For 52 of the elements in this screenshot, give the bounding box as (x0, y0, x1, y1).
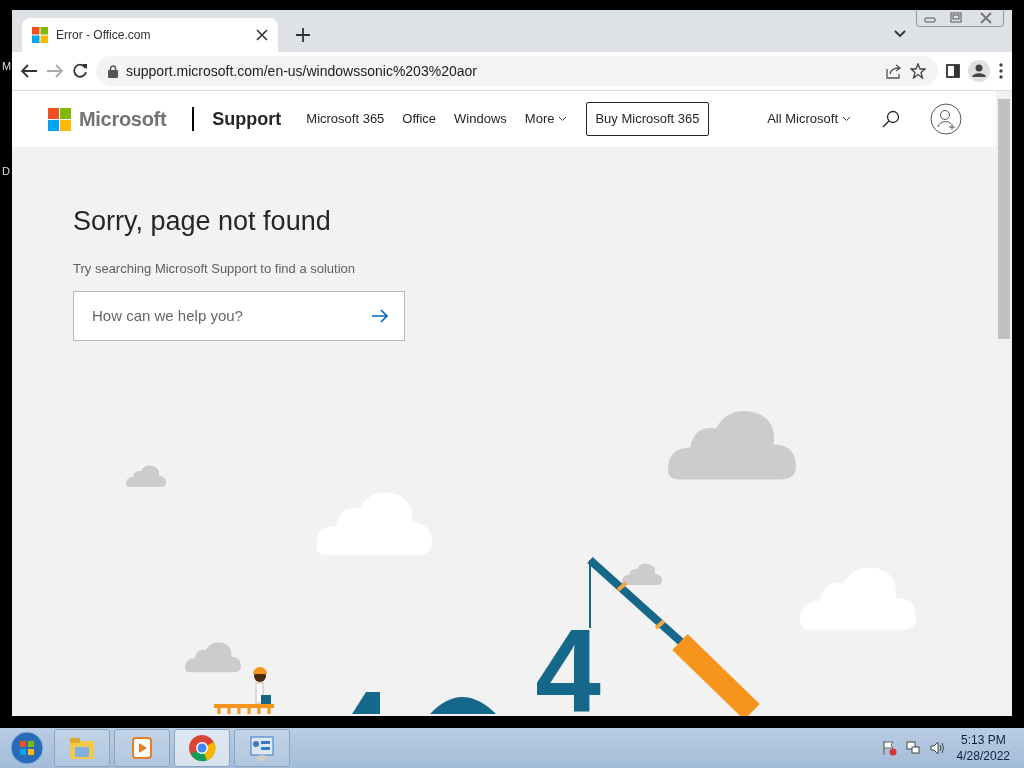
control-panel-icon (247, 733, 277, 763)
scrollbar-thumb[interactable] (998, 99, 1010, 339)
back-arrow-icon[interactable] (20, 63, 38, 79)
more-menu-icon[interactable] (998, 63, 1004, 79)
profile-icon[interactable] (968, 60, 990, 82)
desktop-icon-label: D (2, 164, 10, 179)
taskbar-button[interactable] (234, 729, 290, 767)
nav-link[interactable]: More (515, 109, 577, 129)
browser-tab[interactable]: Error - Office.com (22, 18, 278, 52)
cloud-icon (622, 563, 662, 585)
browser-icon (187, 733, 217, 763)
start-orb-icon[interactable] (10, 731, 44, 765)
favicon-icon (32, 27, 48, 43)
account-icon[interactable] (930, 103, 962, 135)
section-title[interactable]: Support (212, 105, 282, 133)
flag-icon[interactable] (880, 740, 897, 756)
network-icon[interactable] (904, 740, 921, 756)
page-heading: Sorry, page not found (73, 205, 332, 238)
tab-title: Error - Office.com (56, 27, 152, 44)
share-icon[interactable] (886, 63, 902, 79)
side-panel-icon[interactable] (946, 64, 960, 78)
clock-date[interactable]: 4/28/2022 (956, 748, 1010, 765)
search-field[interactable]: How can we help you? (73, 290, 405, 341)
worker-drawing (214, 667, 274, 716)
lock-icon (108, 64, 118, 78)
buy-button[interactable]: Buy Microsoft 365 (586, 102, 709, 136)
new-tab-icon[interactable] (296, 28, 310, 42)
clock-time[interactable]: 5:13 PM (956, 731, 1010, 748)
cloud-icon (126, 465, 166, 487)
speaker-icon[interactable] (928, 740, 945, 756)
helper-text: Try searching Microsoft Support to find a solution (73, 260, 357, 279)
taskbar-button[interactable] (174, 729, 230, 767)
nav-link[interactable]: Office (393, 109, 446, 129)
illustration-digit: 4 (535, 605, 601, 716)
star-icon[interactable] (910, 63, 926, 79)
close-icon[interactable] (256, 29, 268, 41)
chevron-down-icon[interactable] (894, 30, 906, 38)
nav-menu[interactable]: All Microsoft (758, 109, 860, 129)
microsoft-logo-icon[interactable] (48, 107, 71, 131)
desktop-icon-label: M (2, 59, 12, 74)
chevron-down-icon (842, 116, 851, 122)
brand-name: Microsoft (79, 107, 167, 132)
nav-link[interactable]: Microsoft 365 (297, 109, 394, 129)
cloud-icon (668, 411, 796, 480)
search-icon[interactable] (882, 110, 900, 128)
taskbar-button[interactable] (114, 729, 170, 767)
url-text: support.microsoft.com/en-us/windowssonic%203%20aor (126, 61, 478, 81)
cloud-icon (185, 642, 241, 673)
reload-icon[interactable] (72, 63, 88, 79)
nav-link[interactable]: Windows (445, 109, 516, 129)
address-bar[interactable]: support.microsoft.com/en-us/windowssonic%203%20aor (96, 56, 938, 86)
arrow-right-icon[interactable] (371, 307, 389, 324)
